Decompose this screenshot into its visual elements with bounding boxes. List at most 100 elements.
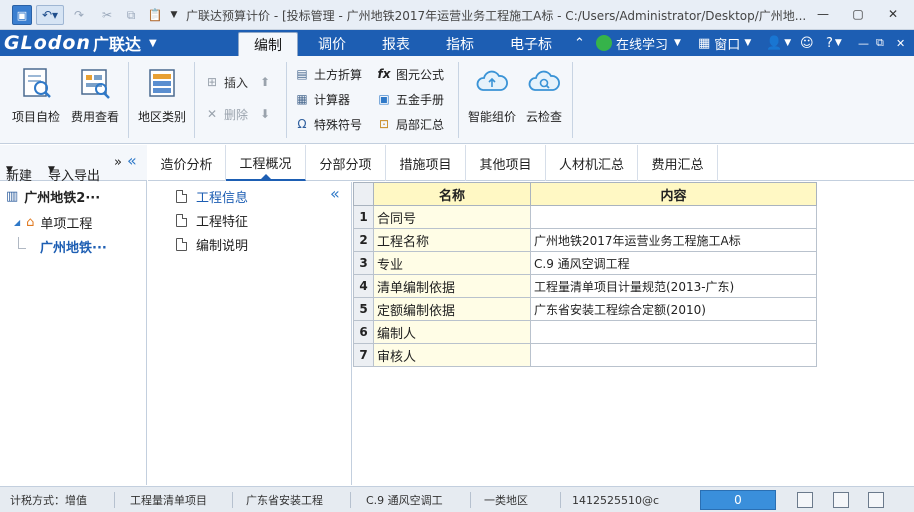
tab-fee-summary[interactable]: 费用汇总	[638, 145, 718, 181]
corner-cell[interactable]	[353, 182, 374, 206]
online-learning-button[interactable]: 在线学习 ▼	[596, 32, 681, 54]
row-name-cell[interactable]: 合同号	[373, 205, 531, 229]
tab-adjust-price[interactable]: 调价	[302, 32, 362, 56]
doc-restore-icon[interactable]: ⧉	[876, 32, 884, 54]
row-number[interactable]: 6	[353, 320, 374, 344]
fee-view-label: 费用查看	[70, 110, 119, 124]
tab-e-bid[interactable]: 电子标	[496, 32, 566, 56]
delete-button[interactable]: ✕ 删除	[204, 104, 248, 124]
online-learning-label: 在线学习	[616, 37, 669, 53]
collapse-ribbon-icon[interactable]: ⌃	[574, 32, 585, 54]
redo-icon[interactable]: ↷	[70, 5, 88, 25]
row-number[interactable]: 3	[353, 251, 374, 275]
row-name-cell[interactable]: 清单编制依据	[373, 274, 531, 298]
row-name-cell[interactable]: 工程名称	[373, 228, 531, 252]
fee-view-button[interactable]: 费用查看	[68, 64, 122, 138]
logo-brand-cn: 广联达	[92, 35, 141, 54]
quick-access-dropdown-icon[interactable]: ▼	[168, 5, 180, 25]
tab-labor-material-summary[interactable]: 人材机汇总	[546, 145, 638, 181]
doc-minimize-icon[interactable]: —	[858, 32, 869, 54]
cut-icon[interactable]: ✂	[98, 5, 116, 25]
cloud-check-label: 云检查	[525, 110, 562, 124]
special-symbol-button[interactable]: Ω 特殊符号	[294, 114, 362, 134]
row-value-cell[interactable]: 工程量清单项目计量规范(2013-广东)	[530, 274, 817, 298]
content-tab-bar: 造价分析 工程概况 分部分项 措施项目 其他项目 人材机汇总 费用汇总	[148, 145, 914, 181]
layout-icon[interactable]	[797, 492, 813, 508]
save-icon[interactable]: ▣	[12, 5, 32, 25]
row-number[interactable]: 2	[353, 228, 374, 252]
tab-project-overview[interactable]: 工程概况	[226, 145, 306, 181]
cloud-check-button[interactable]: 云检查	[522, 64, 566, 138]
move-down-icon[interactable]: ⬇	[260, 104, 270, 124]
app-logo[interactable]: GLodon 广联达 ▼	[4, 32, 210, 54]
partial-summary-button[interactable]: ⊡ 局部汇总	[376, 114, 444, 134]
omega-icon: Ω	[297, 117, 307, 131]
title-bar: ▣ ↶▾ ↷ ✂ ⧉ 📋 ▼ 广联达预算计价 - [投标管理 - 广州地铁201…	[0, 0, 914, 30]
tab-cost-analysis[interactable]: 造价分析	[148, 145, 226, 181]
calculator-button[interactable]: ▦ 计算器	[294, 89, 350, 109]
row-value-cell[interactable]	[530, 343, 817, 367]
subnav-project-info[interactable]: 工程信息	[176, 186, 248, 206]
tree-leaf-project[interactable]: 广州地铁···	[18, 236, 107, 256]
status-bar: 计税方式：增值 工程量清单项目 广东省安装工程 C.9 通风空调工 一类地区 1…	[0, 486, 914, 512]
element-formula-button[interactable]: fx 图元公式	[376, 64, 445, 84]
row-value-cell[interactable]	[530, 320, 817, 344]
tree-root-project[interactable]: ▥ 广州地铁2···	[6, 187, 100, 206]
row-name-cell[interactable]: 编制人	[373, 320, 531, 344]
collapse-tree-icon[interactable]: «	[127, 151, 137, 170]
split-view-icon[interactable]	[833, 492, 849, 508]
paste-icon[interactable]: 📋	[146, 5, 164, 25]
tab-edit[interactable]: 编制	[238, 32, 298, 56]
maximize-icon[interactable]: ▢	[845, 4, 871, 24]
row-number[interactable]: 4	[353, 274, 374, 298]
smart-pricing-button[interactable]: 智能组价	[466, 64, 518, 138]
move-up-icon[interactable]: ⬆	[260, 72, 270, 92]
status-count-badge[interactable]: 0	[700, 490, 776, 510]
copy-icon[interactable]: ⧉	[122, 5, 140, 25]
collapse-subnav-icon[interactable]: «	[330, 184, 340, 203]
tab-other-items[interactable]: 其他项目	[466, 145, 546, 181]
earthwork-button[interactable]: ▤ 土方折算	[294, 64, 362, 84]
column-header-name[interactable]: 名称	[373, 182, 531, 206]
close-icon[interactable]: ✕	[880, 4, 906, 24]
tab-measure-items[interactable]: 措施项目	[386, 145, 466, 181]
element-formula-label: 图元公式	[396, 67, 445, 82]
row-name-cell[interactable]: 专业	[373, 251, 531, 275]
row-number[interactable]: 5	[353, 297, 374, 321]
row-value-cell[interactable]	[530, 205, 817, 229]
insert-button[interactable]: ⊞ 插入	[204, 72, 248, 92]
subnav-project-info-label: 工程信息	[196, 190, 249, 206]
tab-sub-items[interactable]: 分部分项	[306, 145, 386, 181]
hardware-manual-button[interactable]: ▣ 五金手册	[376, 89, 444, 109]
row-number[interactable]: 1	[353, 205, 374, 229]
region-category-button[interactable]: 地区类别	[136, 64, 188, 138]
hardware-manual-icon: ▣	[378, 92, 390, 106]
row-value-cell[interactable]: 广州地铁2017年运营业务工程施工A标	[530, 228, 817, 252]
row-value-cell[interactable]: C.9 通风空调工程	[530, 251, 817, 275]
row-number[interactable]: 7	[353, 343, 374, 367]
logo-brand: GLodon	[4, 32, 91, 54]
undo-icon[interactable]: ↶▾	[36, 5, 64, 25]
row-name-cell[interactable]: 审核人	[373, 343, 531, 367]
column-header-content[interactable]: 内容	[530, 182, 817, 206]
row-name-cell[interactable]: 定额编制依据	[373, 297, 531, 321]
project-check-button[interactable]: 项目自检	[10, 64, 62, 138]
subnav-project-features[interactable]: 工程特征	[176, 210, 248, 230]
row-value-cell[interactable]: 广东省安装工程综合定额(2010)	[530, 297, 817, 321]
subnav-compile-notes[interactable]: 编制说明	[176, 234, 248, 254]
full-view-icon[interactable]	[868, 492, 884, 508]
user-icon[interactable]: 👤 ▼	[766, 32, 791, 54]
more-icon[interactable]: »	[114, 155, 122, 170]
minimize-icon[interactable]: —	[810, 4, 836, 24]
insert-label: 插入	[224, 75, 249, 90]
window-menu-button[interactable]: ▦ 窗口 ▼	[698, 32, 751, 54]
tree-leaf-label: 广州地铁···	[40, 241, 107, 256]
help-button[interactable]: ? ▼	[826, 32, 842, 54]
tab-indicators[interactable]: 指标	[430, 32, 490, 56]
doc-close-icon[interactable]: ✕	[896, 32, 905, 54]
tree-unit-project[interactable]: ◢ ⌂ 单项工程	[14, 213, 92, 232]
insert-icon: ⊞	[206, 75, 218, 89]
tab-reports[interactable]: 报表	[366, 32, 426, 56]
logo-dropdown-icon: ▼	[148, 37, 157, 49]
assistant-icon[interactable]: ☺	[800, 32, 814, 54]
